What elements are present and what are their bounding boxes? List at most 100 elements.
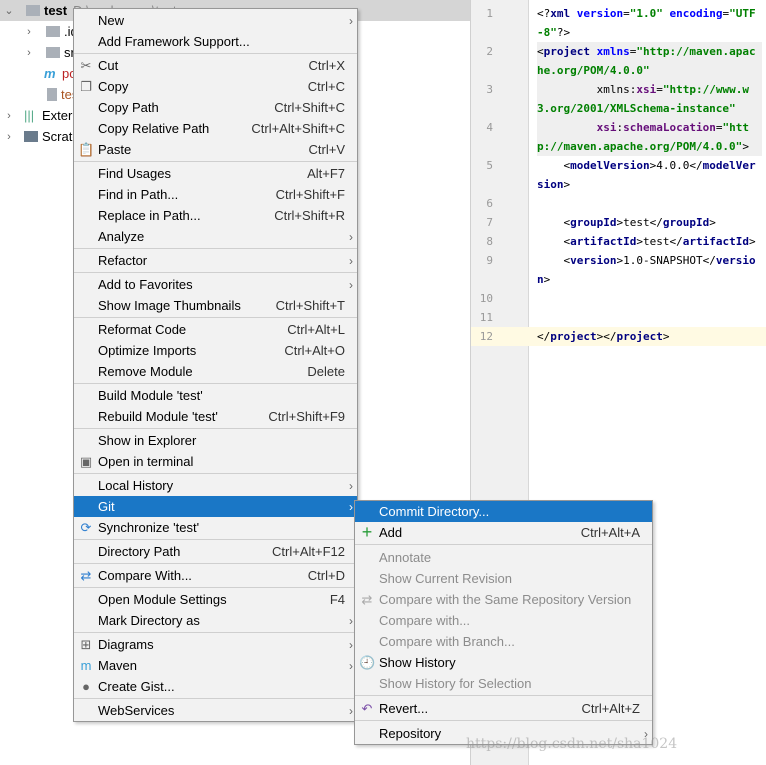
menu-item-optimize-imports[interactable]: Optimize Imports Ctrl+Alt+O (74, 340, 357, 361)
menu-item-find-usages[interactable]: Find Usages Alt+F7 (74, 163, 357, 184)
menu-item-shortcut: Delete (307, 364, 345, 379)
menu-item-revert[interactable]: ↶ Revert... Ctrl+Alt+Z (355, 698, 652, 719)
menu-item-label: WebServices (98, 703, 175, 718)
menu-item-show-history-for-selection[interactable]: Show History for Selection (355, 673, 652, 694)
code-line[interactable]: 12 </project></project> (471, 327, 766, 346)
menu-item-copy-relative-path[interactable]: Copy Relative Path Ctrl+Alt+Shift+C (74, 118, 357, 139)
terminal-icon: ▣ (79, 454, 93, 469)
menu-item-copy-path[interactable]: Copy Path Ctrl+Shift+C (74, 97, 357, 118)
menu-item-reformat-code[interactable]: Reformat Code Ctrl+Alt+L (74, 319, 357, 340)
code-text: <groupId>test</groupId> (537, 216, 716, 229)
menu-item-paste[interactable]: 📋 Paste Ctrl+V (74, 139, 357, 160)
menu-item-remove-module[interactable]: Remove Module Delete (74, 361, 357, 382)
menu-item-label: Copy Path (98, 100, 159, 115)
code-line[interactable]: 11 (471, 308, 766, 327)
menu-item-synchronize-test[interactable]: ⟳ Synchronize 'test' (74, 517, 357, 538)
menu-item-label: Mark Directory as (98, 613, 200, 628)
menu-item-shortcut: Ctrl+Alt+Shift+C (251, 121, 345, 136)
menu-item-show-in-explorer[interactable]: Show in Explorer (74, 430, 357, 451)
menu-item-open-module-settings[interactable]: Open Module Settings F4 (74, 589, 357, 610)
menu-item-compare-with-branch[interactable]: Compare with Branch... (355, 631, 652, 652)
line-number: 11 (479, 311, 493, 324)
menu-item-copy[interactable]: ❐ Copy Ctrl+C (74, 76, 357, 97)
revert-icon: ↶ (361, 701, 373, 716)
menu-separator (74, 698, 357, 699)
line-number: 4 (486, 121, 493, 134)
menu-item-label: Revert... (379, 701, 429, 716)
context-menu: New › Add Framework Support... ✂ Cut Ctrl+X ❐ C… (73, 8, 358, 722)
menu-item-label: Paste (98, 142, 132, 157)
diagram-icon: ⊞ (80, 637, 92, 652)
menu-item-open-in-terminal[interactable]: ▣ Open in terminal (74, 451, 357, 472)
menu-item-label: Local History (98, 478, 174, 493)
maven-icon: m (80, 658, 92, 673)
menu-item-replace-in-path[interactable]: Replace in Path... Ctrl+Shift+R (74, 205, 357, 226)
code-line[interactable]: 9 <version>1.0-SNAPSHOT</version> (471, 251, 766, 289)
menu-item-shortcut: Ctrl+X (308, 58, 345, 73)
menu-item-maven[interactable]: m Maven › (74, 655, 357, 676)
line-number: 1 (486, 7, 493, 20)
menu-item-compare-with-the-same-repository-version[interactable]: ⇄ Compare with the Same Repository Versio… (355, 589, 652, 610)
menu-item-create-gist[interactable]: ● Create Gist... (74, 676, 357, 697)
code-line[interactable]: 1 <?xml version="1.0" encoding="UTF-8"?> (471, 4, 766, 42)
menu-item-cut[interactable]: ✂ Cut Ctrl+X (74, 55, 357, 76)
line-number: 3 (486, 83, 493, 96)
menu-separator (74, 248, 357, 249)
chevron-right-icon[interactable]: › (4, 110, 14, 122)
code-line[interactable]: 5 <modelVersion>4.0.0</modelVersion> (471, 156, 766, 194)
code-line[interactable]: 4 xsi:schemaLocation="http://maven.apach… (471, 118, 766, 156)
menu-item-rebuild-module-test[interactable]: Rebuild Module 'test' Ctrl+Shift+F9 (74, 406, 357, 427)
menu-item-label: Remove Module (98, 364, 193, 379)
menu-item-add-framework-support[interactable]: Add Framework Support... (74, 31, 357, 52)
menu-item-find-in-path[interactable]: Find in Path... Ctrl+Shift+F (74, 184, 357, 205)
menu-item-local-history[interactable]: Local History › (74, 475, 357, 496)
menu-item-analyze[interactable]: Analyze › (74, 226, 357, 247)
menu-item-shortcut: Alt+F7 (307, 166, 345, 181)
menu-item-show-history[interactable]: 🕘 Show History (355, 652, 652, 673)
menu-item-show-current-revision[interactable]: Show Current Revision (355, 568, 652, 589)
menu-item-add[interactable]: + Add Ctrl+Alt+A (355, 522, 652, 543)
chevron-right-icon: › (349, 478, 353, 493)
menu-item-label: Diagrams (98, 637, 154, 652)
chevron-right-icon: › (349, 637, 353, 652)
code-line[interactable]: 7 <groupId>test</groupId> (471, 213, 766, 232)
menu-item-label: Annotate (379, 550, 432, 565)
code-line[interactable]: 8 <artifactId>test</artifactId> (471, 232, 766, 251)
chevron-right-icon: › (349, 658, 353, 673)
menu-item-annotate[interactable]: Annotate (355, 547, 652, 568)
code-line[interactable]: 10 (471, 289, 766, 308)
chevron-right-icon[interactable]: › (4, 131, 14, 143)
chevron-right-icon: › (349, 613, 353, 628)
menu-item-commit-directory[interactable]: Commit Directory... (355, 501, 652, 522)
compare-icon: ⇄ (80, 568, 92, 583)
code-text: xsi:schemaLocation="http://maven.apache.… (537, 118, 762, 156)
chevron-right-icon: › (349, 499, 353, 514)
menu-item-mark-directory-as[interactable]: Mark Directory as › (74, 610, 357, 631)
code-line[interactable]: 2 <project xmlns="http://maven.apache.org… (471, 42, 766, 80)
chevron-right-icon[interactable]: › (24, 47, 34, 59)
menu-item-compare-with[interactable]: ⇄ Compare With... Ctrl+D (74, 565, 357, 586)
code-line[interactable]: 3 xmlns:xsi="http://www.w3.org/2001/XMLS… (471, 80, 766, 118)
menu-separator (74, 161, 357, 162)
menu-item-diagrams[interactable]: ⊞ Diagrams › (74, 634, 357, 655)
menu-separator (355, 544, 652, 545)
chevron-right-icon[interactable]: › (24, 26, 34, 38)
code-line[interactable]: 6 (471, 194, 766, 213)
menu-separator (74, 563, 357, 564)
chevron-down-icon[interactable]: ⌄ (4, 4, 14, 17)
menu-item-compare-with[interactable]: Compare with... (355, 610, 652, 631)
line-number: 2 (486, 45, 493, 58)
menu-item-shortcut: Ctrl+Alt+L (287, 322, 345, 337)
menu-item-directory-path[interactable]: Directory Path Ctrl+Alt+F12 (74, 541, 357, 562)
menu-item-refactor[interactable]: Refactor › (74, 250, 357, 271)
menu-item-label: Git (98, 499, 115, 514)
menu-item-git[interactable]: Git › (74, 496, 357, 517)
menu-item-new[interactable]: New › (74, 10, 357, 31)
menu-item-build-module-test[interactable]: Build Module 'test' (74, 385, 357, 406)
menu-item-show-image-thumbnails[interactable]: Show Image Thumbnails Ctrl+Shift+T (74, 295, 357, 316)
chevron-right-icon: › (349, 277, 353, 292)
menu-item-add-to-favorites[interactable]: Add to Favorites › (74, 274, 357, 295)
menu-item-webservices[interactable]: WebServices › (74, 700, 357, 721)
menu-item-label: Show History for Selection (379, 676, 532, 691)
menu-item-shortcut: Ctrl+Shift+F9 (268, 409, 345, 424)
